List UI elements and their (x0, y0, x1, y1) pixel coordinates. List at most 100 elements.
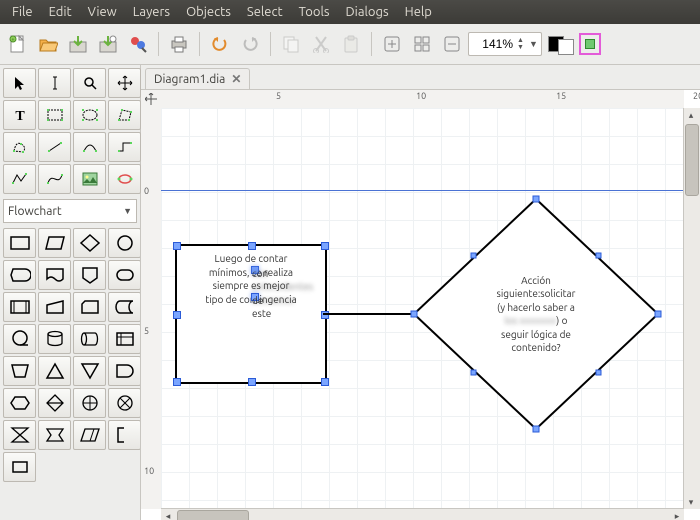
tool-beziergon[interactable] (3, 132, 36, 162)
vertical-ruler: 0 5 10 (141, 108, 162, 509)
save-icon[interactable] (64, 30, 92, 58)
shape-predef[interactable] (3, 292, 36, 322)
menubar: File Edit View Layers Objects Select Too… (0, 0, 700, 24)
tool-outline[interactable] (108, 164, 141, 194)
shape-disk[interactable] (38, 324, 71, 354)
open-icon[interactable] (34, 30, 62, 58)
editor-area: Diagram1.dia ✕ 5 10 15 20 0 5 10 (141, 65, 700, 520)
drawing-canvas[interactable]: Luego de contar con con antecedentes mín… (161, 108, 684, 509)
tool-scroll[interactable] (108, 68, 141, 98)
chevron-down-icon: ▼ (123, 206, 132, 216)
shape-internal[interactable] (108, 324, 140, 354)
tab-bar: Diagram1.dia ✕ (141, 65, 700, 90)
shape-or[interactable] (73, 388, 106, 418)
undo-icon[interactable] (206, 30, 234, 58)
zoom-in-icon[interactable] (378, 30, 406, 58)
menu-file[interactable]: File (4, 2, 41, 22)
pattern-swatch-icon[interactable] (576, 30, 604, 58)
shape-decision[interactable] (73, 228, 106, 258)
redo-icon[interactable] (236, 30, 264, 58)
zoom-field[interactable]: ▲▼ ▼ (468, 32, 542, 56)
paste-icon[interactable] (337, 30, 365, 58)
vertical-scrollbar[interactable]: ▴ ▾ (683, 108, 700, 509)
menu-select[interactable]: Select (239, 2, 291, 22)
shape-display[interactable] (3, 260, 36, 290)
cut-icon[interactable] (307, 30, 335, 58)
shape-card[interactable] (73, 292, 106, 322)
print-icon[interactable] (165, 30, 193, 58)
shape-merge[interactable] (73, 356, 106, 386)
shape-manual-input[interactable] (38, 292, 71, 322)
tool-bezier[interactable] (38, 164, 71, 194)
sheet-selector[interactable]: Flowchart ▼ (3, 199, 137, 223)
copy-icon[interactable] (277, 30, 305, 58)
shape-sum[interactable] (108, 388, 140, 418)
close-icon[interactable]: ✕ (231, 72, 241, 86)
menu-edit[interactable]: Edit (41, 2, 80, 22)
shape-offpage[interactable] (73, 260, 106, 290)
ruler-origin[interactable] (141, 90, 162, 109)
shape-annotation[interactable] (108, 420, 140, 450)
tool-image[interactable] (73, 164, 106, 194)
tool-polygon[interactable] (108, 100, 141, 130)
tool-line[interactable] (38, 132, 71, 162)
tool-polyline[interactable] (3, 164, 36, 194)
tool-palette: T (0, 65, 140, 197)
horizontal-ruler: 5 10 15 20 (161, 90, 684, 109)
tool-box[interactable] (38, 100, 71, 130)
shape-generic[interactable] (3, 452, 36, 482)
shape-process[interactable] (3, 228, 36, 258)
page-edge (161, 190, 684, 191)
main-toolbar: + ▲▼ ▼ (0, 24, 700, 65)
shape-collate[interactable] (3, 420, 36, 450)
tab-label: Diagram1.dia (154, 73, 225, 86)
tool-arc[interactable] (73, 132, 106, 162)
tool-pointer[interactable] (3, 68, 36, 98)
export-icon[interactable] (124, 30, 152, 58)
separator (158, 32, 159, 56)
shape-preparation[interactable] (3, 388, 36, 418)
shape-tape[interactable] (3, 324, 36, 354)
menu-objects[interactable]: Objects (178, 2, 239, 22)
shape-manual-op[interactable] (3, 356, 36, 386)
menu-layers[interactable]: Layers (125, 2, 178, 22)
tool-text-cursor[interactable] (38, 68, 71, 98)
menu-help[interactable]: Help (397, 2, 440, 22)
menu-dialogs[interactable]: Dialogs (338, 2, 397, 22)
zoom-grid-icon[interactable] (408, 30, 436, 58)
color-swatches[interactable] (548, 33, 574, 55)
shape-connector[interactable] (108, 228, 140, 258)
document-tab[interactable]: Diagram1.dia ✕ (145, 68, 250, 89)
shape-delay[interactable] (108, 356, 140, 386)
tool-magnify[interactable] (73, 68, 106, 98)
shape-palette (0, 225, 140, 520)
shape-extract[interactable] (38, 356, 71, 386)
menu-tools[interactable]: Tools (291, 2, 338, 22)
shape-document[interactable] (38, 260, 71, 290)
shape-loop[interactable] (38, 420, 71, 450)
tool-zigzag[interactable] (108, 132, 141, 162)
zoom-out-icon[interactable] (438, 30, 466, 58)
zoom-spinner[interactable]: ▲▼ (515, 37, 526, 51)
tool-ellipse[interactable] (73, 100, 106, 130)
sidebar: T Flowchart ▼ (0, 65, 141, 520)
zoom-dropdown-icon[interactable]: ▼ (526, 39, 541, 49)
flowchart-decision-shape[interactable]: Acción siguiente:solicitar (y hacerlo sa… (411, 196, 661, 432)
new-icon[interactable]: + (4, 30, 32, 58)
menu-view[interactable]: View (80, 2, 125, 22)
shape-terminal[interactable] (108, 260, 140, 290)
shape-sort[interactable] (38, 388, 71, 418)
shape-parallelogram[interactable] (38, 228, 71, 258)
zoom-input[interactable] (469, 37, 515, 51)
save-as-icon[interactable] (94, 30, 122, 58)
shape-data[interactable] (73, 420, 106, 450)
separator (199, 32, 200, 56)
shape-stored[interactable] (108, 292, 140, 322)
horizontal-scrollbar[interactable]: ◂ ▸ (161, 508, 684, 520)
svg-text:T: T (15, 109, 25, 123)
separator (371, 32, 372, 56)
tool-text[interactable]: T (3, 100, 36, 130)
background-color[interactable] (558, 39, 574, 55)
shape-drum[interactable] (73, 324, 106, 354)
flowchart-process-shape[interactable]: Luego de contar con con antecedentes mín… (175, 244, 327, 384)
